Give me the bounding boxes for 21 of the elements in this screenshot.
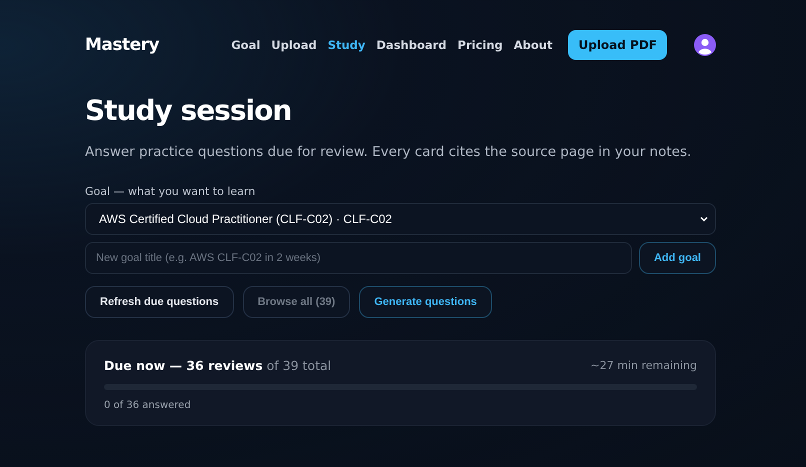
page-subtitle: Answer practice questions due for review. Every card cites the source page in your notes. [85, 144, 692, 160]
answered-count: 0 of 36 answered [104, 400, 192, 411]
nav-link[interactable]: Goal [231, 38, 260, 52]
nav-link[interactable]: Pricing [458, 38, 503, 52]
add-goal-button[interactable]: Add goal [638, 242, 716, 274]
nav-link[interactable]: Dashboard [376, 38, 447, 52]
upload-pdf-button[interactable]: Upload PDF [568, 30, 667, 60]
action-button[interactable]: Generate questions [359, 286, 492, 318]
goal-select[interactable]: AWS Certified Cloud Practitioner (CLF-C02) · CLF-C02 [85, 203, 716, 235]
action-button[interactable]: Refresh due questions [85, 286, 234, 318]
brand-logo[interactable]: Mastery [85, 35, 160, 55]
nav-link[interactable]: Study [328, 38, 366, 52]
page-title: Study session [85, 94, 292, 127]
time-remaining: ~27 min remaining [590, 359, 697, 372]
field-label: Goal — what you want to learn [85, 185, 256, 198]
goal-title-input[interactable]: New goal title (e.g. AWS CLF-C02 in 2 weeks) [85, 242, 632, 274]
nav-link[interactable]: Upload [271, 38, 317, 52]
chevron-down-icon [699, 214, 709, 224]
nav-link[interactable]: About [514, 38, 552, 52]
avatar-icon[interactable] [694, 34, 716, 56]
due-headline: Due now — 36 reviews of 39 total [104, 358, 332, 373]
